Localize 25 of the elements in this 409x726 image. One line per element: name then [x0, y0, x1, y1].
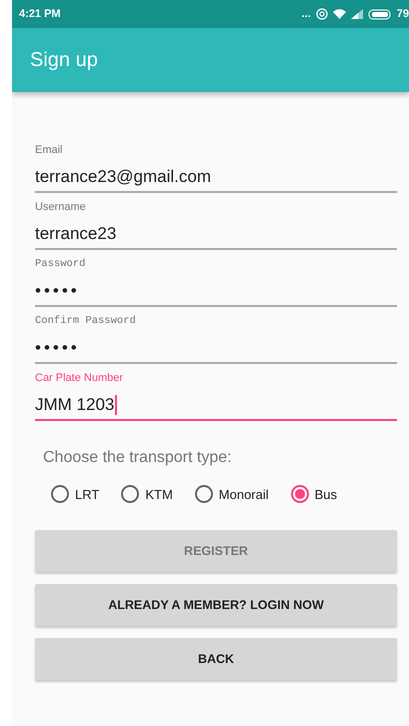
- radio-option[interactable]: Monorail: [194, 485, 269, 503]
- hotspot-icon: [316, 8, 328, 20]
- password-field[interactable]: •••••: [35, 270, 397, 307]
- radio-option[interactable]: KTM: [121, 485, 173, 503]
- input-field[interactable]: terrance23@gmail.com: [35, 156, 397, 193]
- action-button[interactable]: BACK: [35, 638, 397, 680]
- input-field[interactable]: JMM 1203: [35, 384, 397, 421]
- radio-option[interactable]: Bus: [290, 485, 338, 503]
- field-label: Email: [35, 144, 63, 156]
- field-label: Car Plate Number: [35, 372, 124, 384]
- field-label: Confirm Password: [35, 315, 136, 327]
- screen-title: Sign up: [30, 48, 98, 72]
- radio-option[interactable]: LRT: [51, 485, 100, 503]
- field-label: Password: [35, 258, 86, 270]
- battery-icon: [368, 8, 392, 20]
- status-time: 4:21 PM: [19, 8, 61, 20]
- battery-percent: 79: [396, 8, 409, 20]
- action-button[interactable]: ALREADY A MEMBER? LOGIN NOW: [35, 584, 397, 626]
- transport-prompt: Choose the transport type:: [43, 449, 232, 467]
- password-field[interactable]: •••••: [35, 327, 397, 364]
- signal-icon: [350, 9, 363, 19]
- input-field[interactable]: terrance23: [35, 213, 397, 250]
- field-label: Username: [35, 201, 86, 213]
- wifi-icon: [332, 8, 346, 20]
- status-dots: ...: [302, 8, 311, 20]
